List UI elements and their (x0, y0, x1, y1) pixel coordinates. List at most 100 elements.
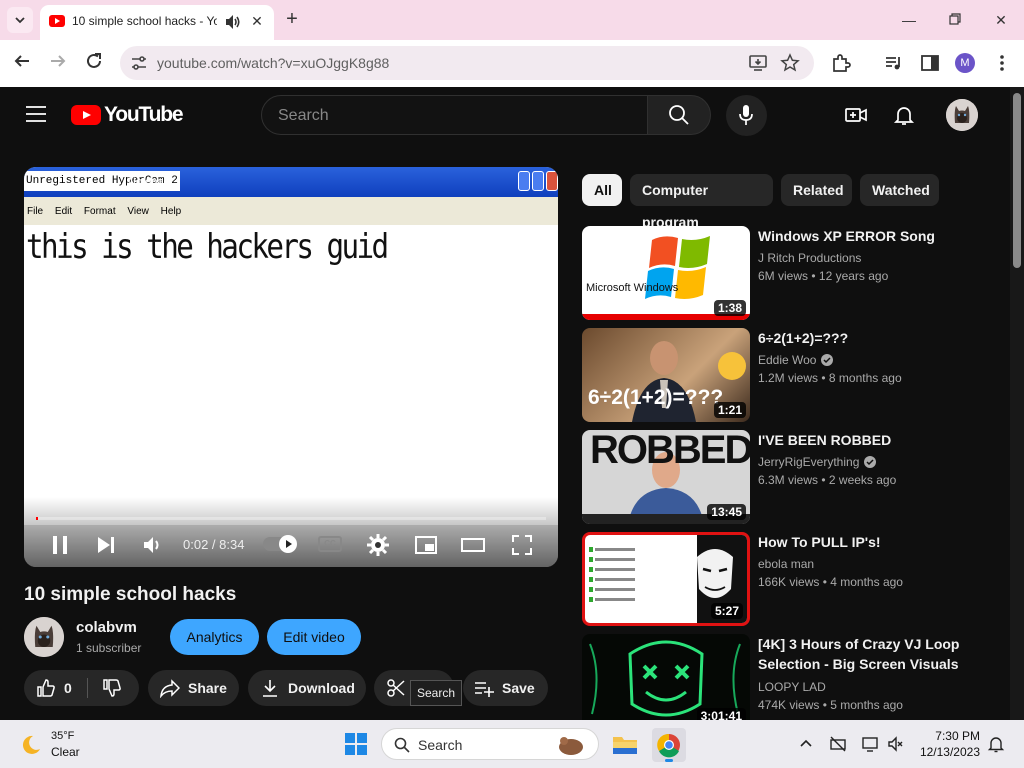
progress-bar[interactable] (36, 517, 546, 520)
dislike-thumb-down-icon[interactable] (102, 678, 122, 698)
miniplayer-icon[interactable] (414, 533, 438, 557)
moon-weather-icon[interactable] (19, 733, 43, 757)
install-app-icon[interactable] (748, 53, 768, 73)
side-panel-icon[interactable] (919, 52, 941, 74)
browser-tab-active[interactable]: 10 simple school hacks - YouTube ✕ (40, 5, 274, 40)
notifications-bell-icon[interactable] (892, 103, 916, 127)
notepad-document: this is the hackers guid (24, 225, 558, 525)
edit-video-button[interactable]: Edit video (267, 619, 361, 655)
channel-label: Eddie Woo (758, 353, 817, 367)
file-explorer-app[interactable] (608, 728, 642, 762)
thumbnail-text: ROBBED (590, 430, 750, 472)
video-title[interactable]: Windows XP ERROR Song (758, 226, 988, 246)
recommended-video[interactable]: 3:01:41 [4K] 3 Hours of Crazy VJ Loop Sel… (582, 634, 1002, 720)
channel-label: JerryRigEverything (758, 455, 860, 469)
reload-icon[interactable] (83, 52, 105, 74)
chip-watched[interactable]: Watched (860, 174, 939, 206)
forward-arrow-icon[interactable] (47, 52, 69, 74)
notepad-title: Notepad (128, 176, 170, 188)
save-button[interactable]: Save (463, 670, 548, 706)
video-title[interactable]: How To PULL IP's! (758, 532, 988, 552)
site-settings-icon[interactable] (130, 54, 148, 72)
recommended-video[interactable]: ROBBED 13:45 I'VE BEEN ROBBED JerryRigEv… (582, 430, 1002, 526)
subscriber-count: 1 subscriber (76, 641, 142, 655)
chrome-app[interactable] (652, 728, 686, 762)
share-button[interactable]: Share (148, 670, 239, 706)
clock-time[interactable]: 7:30 PM (930, 729, 980, 743)
weather-condition[interactable]: Clear (51, 745, 80, 759)
volume-muted-icon[interactable] (887, 735, 905, 753)
chip-all[interactable]: All (582, 174, 622, 206)
fullscreen-icon[interactable] (510, 533, 534, 557)
browser-menu-icon[interactable] (991, 52, 1013, 74)
taskbar-search[interactable]: Search (381, 728, 599, 760)
video-thumbnail[interactable]: 6÷2(1+2)=??? 1:21 (582, 328, 750, 422)
channel-name[interactable]: Eddie Woo (758, 353, 834, 367)
theater-mode-icon[interactable] (461, 533, 485, 557)
back-arrow-icon[interactable] (11, 52, 33, 74)
video-thumbnail[interactable]: ROBBED 13:45 (582, 430, 750, 524)
youtube-logo[interactable]: YouTube (71, 103, 184, 127)
download-icon (263, 680, 277, 697)
notification-bell-icon[interactable] (987, 735, 1005, 753)
address-bar[interactable]: youtube.com/watch?v=xuOJggK8g88 (120, 46, 814, 80)
chip-computer-program[interactable]: Computer program (630, 174, 773, 230)
like-thumb-up-icon[interactable] (36, 678, 56, 698)
weather-temperature[interactable]: 35°F (51, 730, 74, 742)
hamburger-menu-icon[interactable] (25, 105, 47, 123)
subtitles-cc-button[interactable]: CC (318, 536, 342, 552)
windows-start-icon[interactable] (344, 732, 368, 756)
profile-avatar[interactable]: M (955, 53, 975, 73)
video-thumbnail[interactable]: Microsoft Windows 1:38 (582, 226, 750, 320)
restore-icon[interactable] (945, 10, 965, 30)
pause-icon[interactable] (48, 533, 72, 557)
recommended-video[interactable]: 6÷2(1+2)=??? 1:21 6÷2(1+2)=??? Eddie Woo… (582, 328, 1002, 424)
video-player[interactable]: Unregistered HyperCam 2 Notepad File Edi… (24, 167, 558, 567)
notepad-window-buttons (518, 169, 558, 195)
video-thumbnail[interactable]: 3:01:41 (582, 634, 750, 720)
bookmark-star-icon[interactable] (780, 53, 800, 73)
voice-search-button[interactable] (726, 95, 767, 136)
account-avatar[interactable] (946, 99, 978, 131)
recommended-video[interactable]: Microsoft Windows 1:38 Windows XP ERROR … (582, 226, 1002, 322)
create-video-icon[interactable] (844, 103, 868, 127)
autoplay-toggle[interactable] (263, 535, 297, 553)
page-scrollbar[interactable] (1010, 87, 1024, 720)
extensions-puzzle-icon[interactable] (830, 52, 852, 74)
video-duration: 3:01:41 (696, 708, 746, 720)
video-title[interactable]: [4K] 3 Hours of Crazy VJ Loop Selection -… (758, 634, 988, 674)
media-controls-icon[interactable] (883, 52, 905, 74)
close-tab-icon[interactable]: ✕ (248, 12, 266, 30)
clock-date[interactable]: 12/13/2023 (918, 745, 980, 759)
channel-name[interactable]: JerryRigEverything (758, 455, 877, 469)
search-button[interactable] (647, 95, 711, 135)
scrollbar-thumb[interactable] (1013, 93, 1021, 268)
view-count: 1.2M views (758, 371, 819, 385)
channel-name[interactable]: ebola man (758, 557, 814, 571)
chip-related[interactable]: Related (781, 174, 852, 206)
channel-name[interactable]: J Ritch Productions (758, 251, 861, 265)
video-title[interactable]: 6÷2(1+2)=??? (758, 328, 988, 348)
tab-search-button[interactable] (7, 7, 33, 33)
video-title[interactable]: I'VE BEEN ROBBED (758, 430, 988, 450)
speaker-icon[interactable] (224, 13, 242, 31)
video-duration: 13:45 (707, 504, 746, 520)
progress-played (36, 517, 39, 520)
volume-icon[interactable] (141, 533, 165, 557)
network-off-icon[interactable] (829, 735, 847, 753)
chevron-up-icon[interactable] (797, 735, 815, 753)
video-thumbnail[interactable]: 5:27 (582, 532, 750, 626)
minimize-icon[interactable]: — (899, 10, 919, 30)
next-video-icon[interactable] (94, 533, 118, 557)
analytics-button[interactable]: Analytics (170, 619, 259, 655)
display-icon[interactable] (861, 735, 879, 753)
close-window-icon[interactable]: ✕ (991, 10, 1011, 30)
channel-name[interactable]: LOOPY LAD (758, 680, 826, 694)
search-input[interactable] (278, 106, 618, 126)
channel-name[interactable]: colabvm (76, 619, 137, 636)
new-tab-button[interactable]: + (282, 9, 302, 29)
download-button[interactable]: Download (248, 670, 366, 706)
channel-avatar[interactable] (24, 617, 64, 657)
recommended-video[interactable]: 5:27 How To PULL IP's! ebola man 166K vi… (582, 532, 1002, 628)
settings-gear-icon[interactable] (366, 533, 390, 557)
